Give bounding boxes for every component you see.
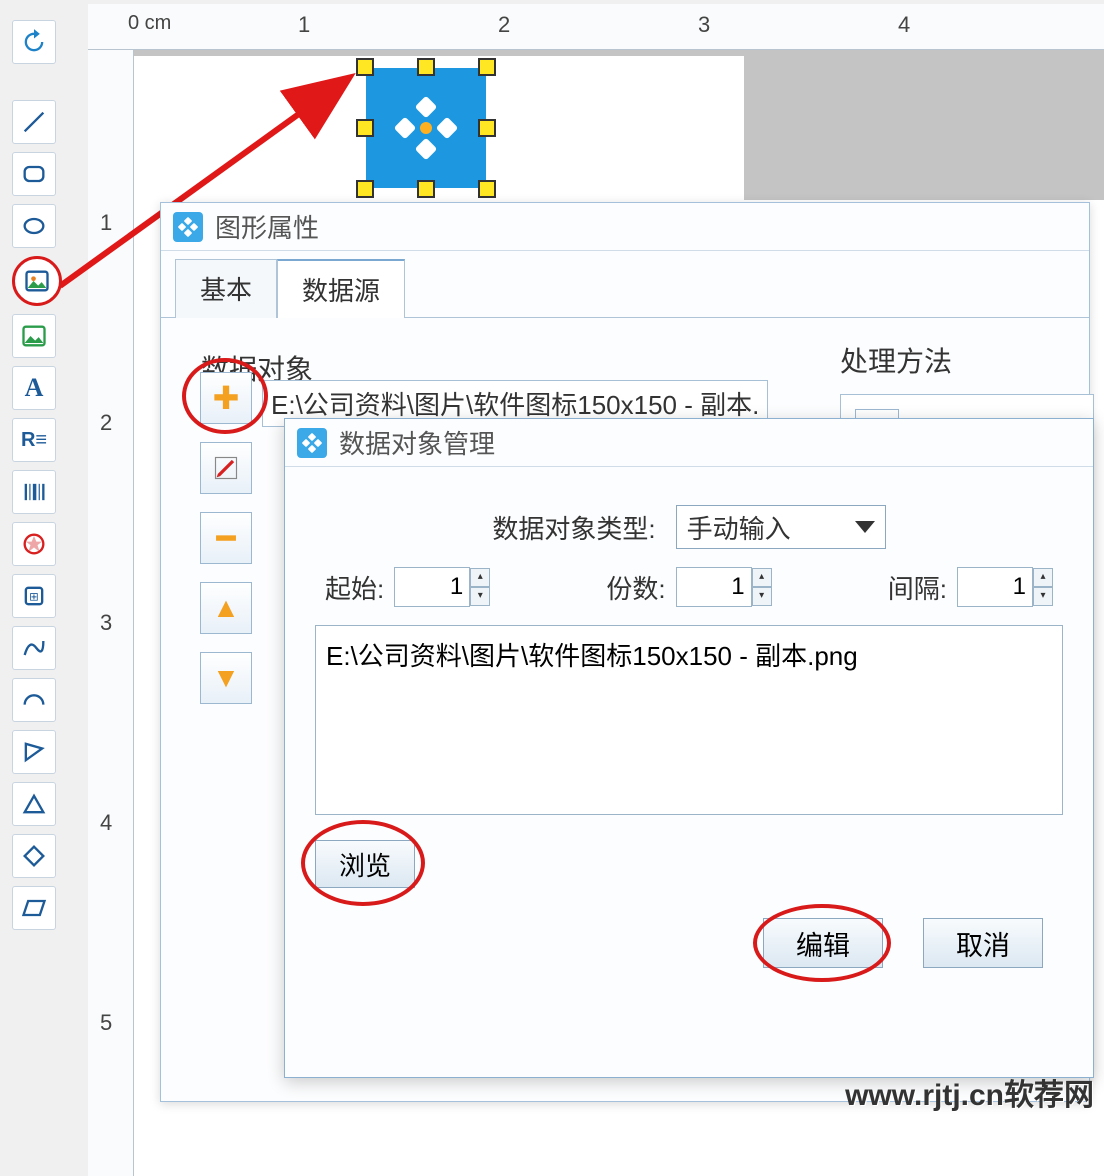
move-down-button[interactable]: ▼ xyxy=(200,652,252,704)
resize-handle[interactable] xyxy=(478,180,496,198)
resize-handle[interactable] xyxy=(478,119,496,137)
ruler-horizontal: 0 cm 1 2 3 4 xyxy=(88,4,1104,50)
type-label: 数据对象类型: xyxy=(492,509,655,546)
interval-label: 间隔: xyxy=(888,569,947,606)
ellipse-tool[interactable] xyxy=(12,204,56,248)
spin-up[interactable]: ▴ xyxy=(470,568,490,587)
image-tool[interactable] xyxy=(12,256,62,306)
rounded-rect-tool[interactable] xyxy=(12,152,56,196)
data-object-buttons: ✚ ━ ▲ ▼ xyxy=(200,372,256,704)
curve-tool[interactable] xyxy=(12,626,56,670)
ruler-vertical: 1 2 3 4 5 xyxy=(88,50,134,1176)
svg-text:⊞: ⊞ xyxy=(29,591,39,604)
resize-handle[interactable] xyxy=(356,119,374,137)
edit-button[interactable]: 编辑 xyxy=(763,918,883,968)
rich-text-tool[interactable]: R≡ xyxy=(12,418,56,462)
edit-object-button[interactable] xyxy=(200,442,252,494)
arc-tool[interactable] xyxy=(12,678,56,722)
watermark: www.rjtj.cn软荐网 xyxy=(845,1070,1094,1114)
image-link-tool[interactable] xyxy=(12,314,56,358)
start-label: 起始: xyxy=(325,569,384,606)
spin-down[interactable]: ▾ xyxy=(752,587,772,606)
add-object-button[interactable]: ✚ xyxy=(200,372,252,424)
dialog-titlebar[interactable]: 图形属性 xyxy=(161,203,1089,251)
remove-object-button[interactable]: ━ xyxy=(200,512,252,564)
resize-handle[interactable] xyxy=(478,58,496,76)
resize-handle[interactable] xyxy=(417,58,435,76)
data-object-manager-dialog: 数据对象管理 数据对象类型: 手动输入 起始: ▴▾ 份数: ▴▾ 间隔: ▴▾ xyxy=(284,418,1094,1078)
tools-toolbar: A R≡ ⊞ xyxy=(12,20,58,930)
app-icon xyxy=(297,428,327,458)
processing-label: 处理方法 xyxy=(840,340,1094,380)
image-icon xyxy=(366,68,486,188)
dialog2-title: 数据对象管理 xyxy=(339,424,495,461)
spin-up[interactable]: ▴ xyxy=(1033,568,1053,587)
spin-down[interactable]: ▾ xyxy=(470,587,490,606)
tabs: 基本 数据源 xyxy=(175,259,1089,318)
start-input[interactable]: ▴▾ xyxy=(394,567,490,607)
cancel-button[interactable]: 取消 xyxy=(923,918,1043,968)
polygon-tool[interactable] xyxy=(12,730,56,774)
copies-input[interactable]: ▴▾ xyxy=(676,567,772,607)
type-select[interactable]: 手动输入 xyxy=(676,505,886,549)
move-up-button[interactable]: ▲ xyxy=(200,582,252,634)
barcode-tool[interactable] xyxy=(12,470,56,514)
type-value: 手动输入 xyxy=(687,509,791,546)
text-tool[interactable]: A xyxy=(12,366,56,410)
ruler-unit: 0 cm xyxy=(128,12,171,35)
triangle-tool[interactable] xyxy=(12,782,56,826)
chevron-down-icon xyxy=(855,521,875,533)
interval-input[interactable]: ▴▾ xyxy=(957,567,1053,607)
dialog2-titlebar[interactable]: 数据对象管理 xyxy=(285,419,1093,467)
parallelogram-tool[interactable] xyxy=(12,886,56,930)
browse-button[interactable]: 浏览 xyxy=(315,840,415,888)
resize-handle[interactable] xyxy=(356,58,374,76)
spin-up[interactable]: ▴ xyxy=(752,568,772,587)
tab-datasource[interactable]: 数据源 xyxy=(277,259,405,318)
content-textarea[interactable] xyxy=(315,625,1063,815)
diamond-tool[interactable] xyxy=(12,834,56,878)
resize-handle[interactable] xyxy=(417,180,435,198)
shape-tool-b[interactable]: ⊞ xyxy=(12,574,56,618)
shape-tool-a[interactable] xyxy=(12,522,56,566)
app-icon xyxy=(173,212,203,242)
copies-label: 份数: xyxy=(606,569,665,606)
tab-basic[interactable]: 基本 xyxy=(175,259,277,318)
resize-handle[interactable] xyxy=(356,180,374,198)
dialog-title: 图形属性 xyxy=(215,208,319,245)
spin-down[interactable]: ▾ xyxy=(1033,587,1053,606)
selected-image-object[interactable] xyxy=(366,68,486,188)
refresh-tool[interactable] xyxy=(12,20,56,64)
line-tool[interactable] xyxy=(12,100,56,144)
